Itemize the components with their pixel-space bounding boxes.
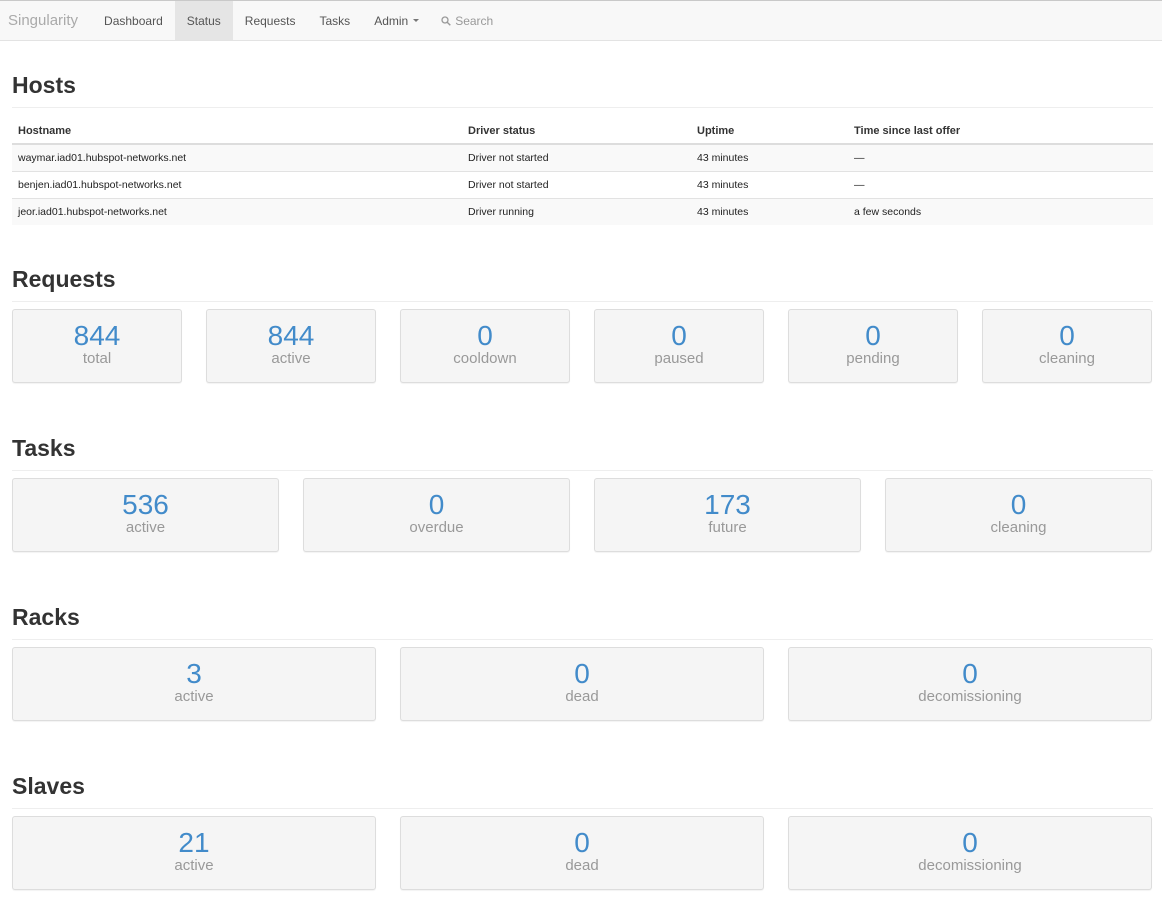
hosts-section: Hosts Hostname Driver status Uptime Time… [12,72,1153,225]
stat-tasks-overdue[interactable]: 0 overdue [303,478,570,552]
tasks-section: Tasks [12,435,1153,471]
stat-value: 0 [574,827,590,858]
col-last-offer[interactable]: Time since last offer [848,118,1153,145]
stat-value: 0 [671,320,687,351]
col-hostname[interactable]: Hostname [12,118,462,145]
stat-racks-decomissioning[interactable]: 0 decomissioning [788,647,1152,721]
uptime-cell: 43 minutes [691,197,848,225]
stat-value: 0 [477,320,493,351]
stat-value: 0 [962,658,978,689]
col-uptime[interactable]: Uptime [691,118,848,145]
col-driver-status[interactable]: Driver status [462,118,691,145]
stat-slaves-decomissioning[interactable]: 0 decomissioning [788,816,1152,890]
nav-dashboard[interactable]: Dashboard [92,1,175,40]
stat-requests-pending[interactable]: 0 pending [788,309,958,383]
stat-requests-active[interactable]: 844 active [206,309,376,383]
table-row: jeor.iad01.hubspot-networks.net Driver r… [12,197,1153,225]
stat-value: 3 [186,658,202,689]
brand-logo[interactable]: Singularity [0,1,92,40]
hostname-cell: jeor.iad01.hubspot-networks.net [12,197,462,225]
stat-value: 0 [1059,320,1075,351]
stat-value: 844 [267,320,315,351]
stat-racks-active[interactable]: 3 active [12,647,376,721]
driver-status-cell: Driver running [462,197,691,225]
stat-value: 0 [574,658,590,689]
requests-section: Requests [12,266,1153,302]
stat-label: dead [565,857,599,874]
stat-value: 0 [962,827,978,858]
hosts-title: Hosts [12,72,1153,108]
last-offer-cell: a few seconds [848,197,1153,225]
table-row: benjen.iad01.hubspot-networks.net Driver… [12,170,1153,198]
tasks-title: Tasks [12,435,1153,471]
chevron-down-icon [413,19,420,22]
stat-label: total [82,350,112,367]
stat-label: cleaning [990,519,1047,536]
stat-label: active [125,519,166,536]
nav-requests[interactable]: Requests [233,1,308,40]
uptime-cell: 43 minutes [691,143,848,171]
stat-value: 536 [122,489,169,520]
stat-label: future [708,519,747,536]
hostname-cell: benjen.iad01.hubspot-networks.net [12,170,462,198]
stat-value: 0 [865,320,881,351]
stat-label: active [174,688,214,705]
last-offer-cell: — [848,143,1153,171]
stat-tasks-future[interactable]: 173 future [594,478,861,552]
stat-value: 0 [428,489,445,520]
navbar: Singularity Dashboard Status Requests Ta… [0,0,1162,41]
search-icon [441,15,451,26]
stat-label: cooldown [453,350,517,367]
table-row: waymar.iad01.hubspot-networks.net Driver… [12,143,1153,171]
nav-tasks[interactable]: Tasks [308,1,363,40]
hostname-cell: waymar.iad01.hubspot-networks.net [12,143,462,171]
stat-label: decomissioning [918,857,1022,874]
uptime-cell: 43 minutes [691,170,848,198]
stat-label: active [174,857,214,874]
stat-value: 0 [1010,489,1027,520]
stat-label: pending [846,350,900,367]
stat-label: paused [654,350,704,367]
nav-admin-dropdown[interactable]: Admin [362,1,431,40]
stat-requests-paused[interactable]: 0 paused [594,309,764,383]
stat-tasks-cleaning[interactable]: 0 cleaning [885,478,1152,552]
slaves-section: Slaves [12,773,1153,809]
slaves-title: Slaves [12,773,1153,809]
stat-label: overdue [409,519,464,536]
driver-status-cell: Driver not started [462,143,691,171]
racks-section: Racks [12,604,1153,640]
search-placeholder: Search [455,13,494,28]
stat-label: dead [565,688,599,705]
nav-admin-label: Admin [374,13,409,28]
stat-label: active [271,350,311,367]
stat-slaves-active[interactable]: 21 active [12,816,376,890]
requests-title: Requests [12,266,1153,302]
hosts-table: Hostname Driver status Uptime Time since… [12,118,1153,225]
stat-slaves-dead[interactable]: 0 dead [400,816,764,890]
stat-racks-dead[interactable]: 0 dead [400,647,764,721]
stat-value: 844 [73,320,121,351]
racks-title: Racks [12,604,1153,640]
stat-tasks-active[interactable]: 536 active [12,478,279,552]
search-input[interactable]: Search [431,1,503,40]
stat-value: 173 [704,489,751,520]
driver-status-cell: Driver not started [462,170,691,198]
stat-requests-cooldown[interactable]: 0 cooldown [400,309,570,383]
stat-label: decomissioning [918,688,1022,705]
last-offer-cell: — [848,170,1153,198]
nav-status[interactable]: Status [174,1,233,40]
stat-requests-cleaning[interactable]: 0 cleaning [982,309,1152,383]
stat-requests-total[interactable]: 844 total [12,309,182,383]
stat-label: cleaning [1039,350,1095,367]
stat-value: 21 [178,827,210,858]
